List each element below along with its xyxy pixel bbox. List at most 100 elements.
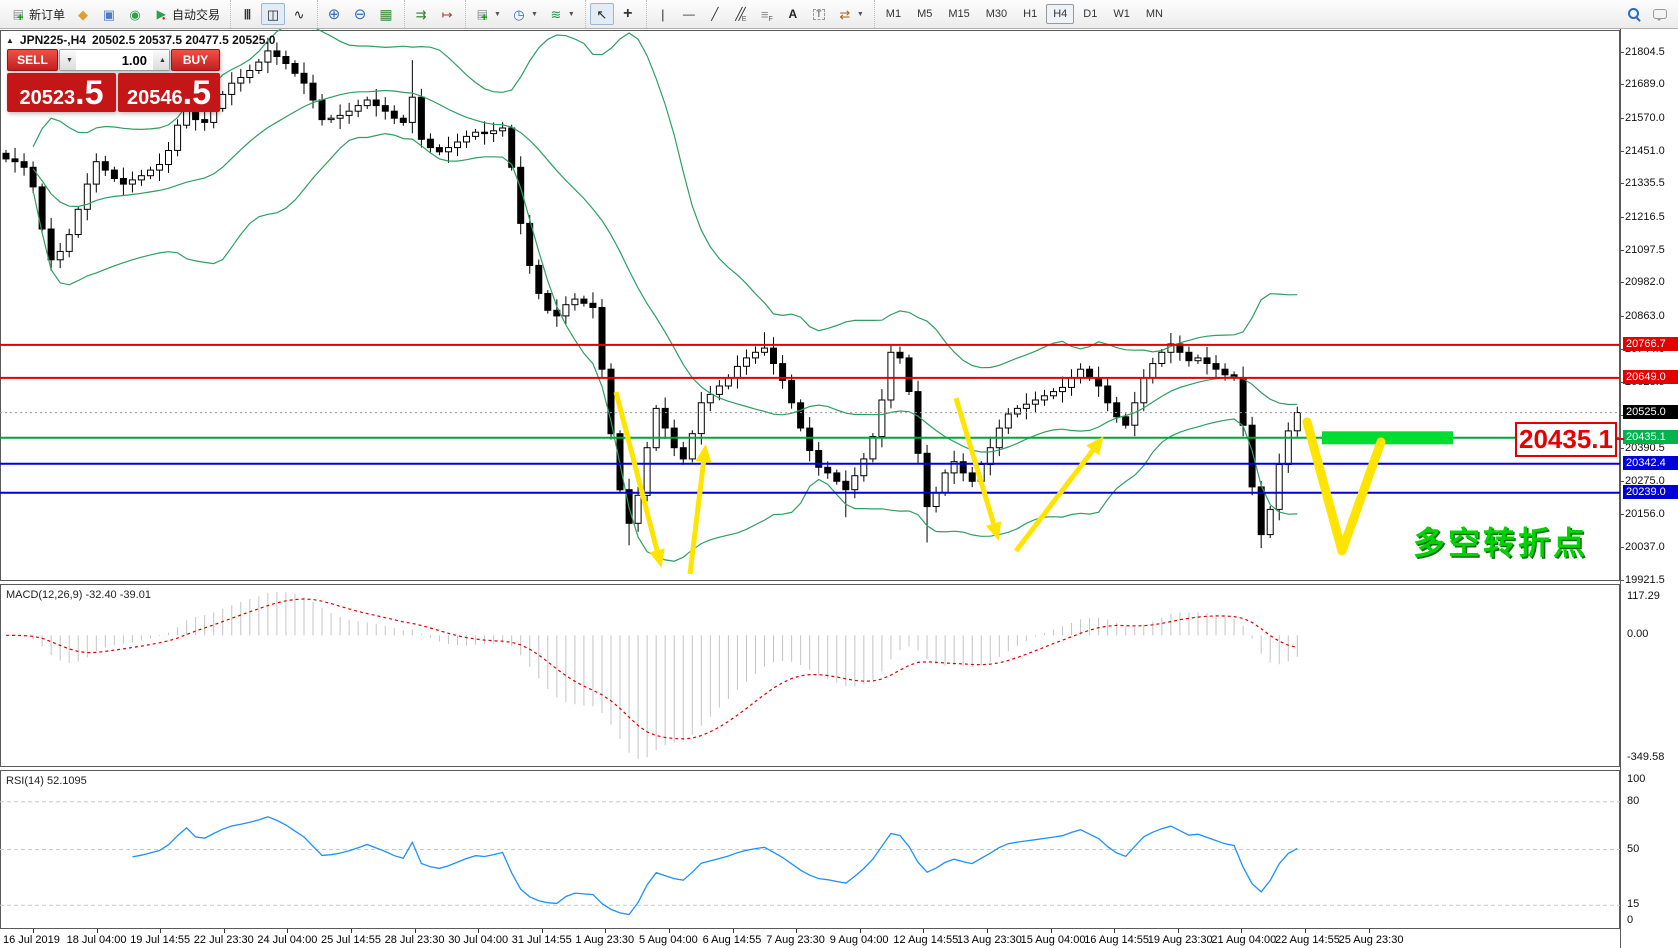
- timeframe-mn-button[interactable]: MN: [1139, 4, 1170, 24]
- text-icon: [785, 6, 801, 22]
- time-tick: [1241, 929, 1242, 933]
- indicators-button[interactable]: ▼: [544, 3, 579, 25]
- text-button[interactable]: [781, 3, 805, 25]
- timeframe-m1-button[interactable]: M1: [879, 4, 908, 24]
- volume-input[interactable]: [76, 50, 153, 70]
- sell-button[interactable]: SELL: [7, 49, 58, 71]
- time-tick: [1178, 929, 1179, 933]
- new-order-label: 新订单: [29, 6, 65, 23]
- rsi-pane[interactable]: [0, 770, 1620, 929]
- timeframe-m5-button[interactable]: M5: [910, 4, 939, 24]
- collapse-icon[interactable]: ▲: [6, 36, 14, 45]
- time-label: 18 Jul 04:00: [67, 934, 127, 946]
- time-tick: [97, 929, 98, 933]
- time-tick: [160, 929, 161, 933]
- price-tick-label: 21689.0: [1625, 78, 1665, 90]
- timeframe-h1-button[interactable]: H1: [1016, 4, 1044, 24]
- time-label: 28 Jul 23:30: [385, 934, 445, 946]
- buy-price-display[interactable]: 20546.5: [118, 73, 220, 112]
- time-label: 31 Jul 14:55: [512, 934, 572, 946]
- macd-axis-label: 117.29: [1627, 590, 1660, 602]
- time-label: 19 Jul 14:55: [130, 934, 190, 946]
- time-label: 25 Jul 14:55: [321, 934, 381, 946]
- time-tick: [987, 929, 988, 933]
- timeframe-d1-button[interactable]: D1: [1076, 4, 1104, 24]
- time-tick: [415, 929, 416, 933]
- buy-price-main: 20546: [127, 87, 183, 110]
- crosshair-icon: [620, 6, 636, 22]
- horizontal-line-button[interactable]: [677, 3, 701, 25]
- candlestick-chart-icon: [265, 6, 281, 22]
- chart-window[interactable]: ▲ JPN225-,H4 20502.5 20537.5 20477.5 205…: [0, 29, 1678, 948]
- chat-icon[interactable]: [1652, 6, 1668, 22]
- macd-value-main: -32.40: [85, 589, 116, 601]
- sell-price-display[interactable]: 20523.5: [7, 73, 116, 112]
- sell-price-main: 20523: [20, 87, 76, 110]
- time-axis[interactable]: 16 Jul 201918 Jul 04:0019 Jul 14:5522 Ju…: [0, 929, 1620, 948]
- periods-clock-dropdown-caret[interactable]: ▼: [531, 11, 538, 18]
- price-axis[interactable]: 21804.521689.021570.021451.021335.521216…: [1620, 29, 1678, 948]
- market-window-button[interactable]: [97, 3, 121, 25]
- chart-title: ▲ JPN225-,H4 20502.5 20537.5 20477.5 205…: [6, 33, 275, 47]
- timeframe-h4-button[interactable]: H4: [1046, 4, 1074, 24]
- timeframe-w1-button[interactable]: W1: [1106, 4, 1137, 24]
- time-tick: [923, 929, 924, 933]
- arrow-tools-button[interactable]: ▼: [833, 3, 868, 25]
- chart-cube-button[interactable]: [71, 3, 95, 25]
- text-label-button[interactable]: [807, 3, 831, 25]
- indicators-dropdown-caret[interactable]: ▼: [568, 11, 575, 18]
- time-label: 13 Aug 23:30: [957, 934, 1022, 946]
- bar-chart-icon: [239, 6, 255, 22]
- time-tick: [605, 929, 606, 933]
- arrow-tools-icon: [837, 6, 853, 22]
- tile-windows-icon: [378, 6, 394, 22]
- auto-scroll-button[interactable]: [409, 3, 433, 25]
- zoom-in-icon: [326, 6, 342, 22]
- market-window-icon: [101, 6, 117, 22]
- zoom-in-button[interactable]: [322, 3, 346, 25]
- ohlc-values: 20502.5 20537.5 20477.5 20525.0: [92, 33, 276, 47]
- zoom-out-button[interactable]: [348, 3, 372, 25]
- indicators-icon: [548, 6, 564, 22]
- new-chart-dropdown-caret[interactable]: ▼: [494, 11, 501, 18]
- periods-clock-icon: [511, 6, 527, 22]
- auto-trading-label: 自动交易: [172, 6, 220, 23]
- fibonacci-retracement-button[interactable]: [755, 3, 779, 25]
- time-tick: [860, 929, 861, 933]
- candlestick-chart-button[interactable]: [261, 3, 285, 25]
- new-order-icon: [10, 6, 26, 22]
- timeframe-m30-button[interactable]: M30: [979, 4, 1014, 24]
- time-tick: [669, 929, 670, 933]
- price-tick-label: 20037.0: [1625, 541, 1665, 553]
- data-radar-button[interactable]: [123, 3, 147, 25]
- trend-line-button[interactable]: [703, 3, 727, 25]
- timeframe-m15-button[interactable]: M15: [941, 4, 976, 24]
- volume-decrease-button[interactable]: ▼: [60, 50, 76, 70]
- auto-trading-button[interactable]: 自动交易: [149, 3, 224, 25]
- yellow-arrow-annotations: [616, 392, 1381, 574]
- cursor-button[interactable]: [590, 3, 614, 25]
- main-chart-pane[interactable]: [0, 30, 1620, 581]
- crosshair-button[interactable]: [616, 3, 640, 25]
- new-order-button[interactable]: 新订单: [6, 3, 69, 25]
- macd-value-signal: -39.01: [120, 589, 151, 601]
- time-tick: [1369, 929, 1370, 933]
- volume-increase-button[interactable]: ▲: [153, 50, 169, 70]
- volume-group: ▼ ▲: [59, 49, 170, 71]
- vertical-line-button[interactable]: [651, 3, 675, 25]
- macd-pane[interactable]: [0, 584, 1620, 767]
- buy-button[interactable]: BUY: [171, 49, 220, 71]
- chart-shift-button[interactable]: [435, 3, 459, 25]
- arrow-tools-dropdown-caret[interactable]: ▼: [857, 11, 864, 18]
- bar-chart-button[interactable]: [235, 3, 259, 25]
- tile-windows-button[interactable]: [374, 3, 398, 25]
- periods-clock-button[interactable]: ▼: [507, 3, 542, 25]
- line-chart-button[interactable]: [287, 3, 311, 25]
- new-chart-button[interactable]: ▼: [470, 3, 505, 25]
- time-tick: [351, 929, 352, 933]
- price-tick-label: 21451.0: [1625, 145, 1665, 157]
- equidistant-channel-button[interactable]: [729, 3, 753, 25]
- time-label: 24 Jul 04:00: [257, 934, 317, 946]
- vertical-line-icon: [655, 6, 671, 22]
- search-icon[interactable]: [1626, 6, 1642, 22]
